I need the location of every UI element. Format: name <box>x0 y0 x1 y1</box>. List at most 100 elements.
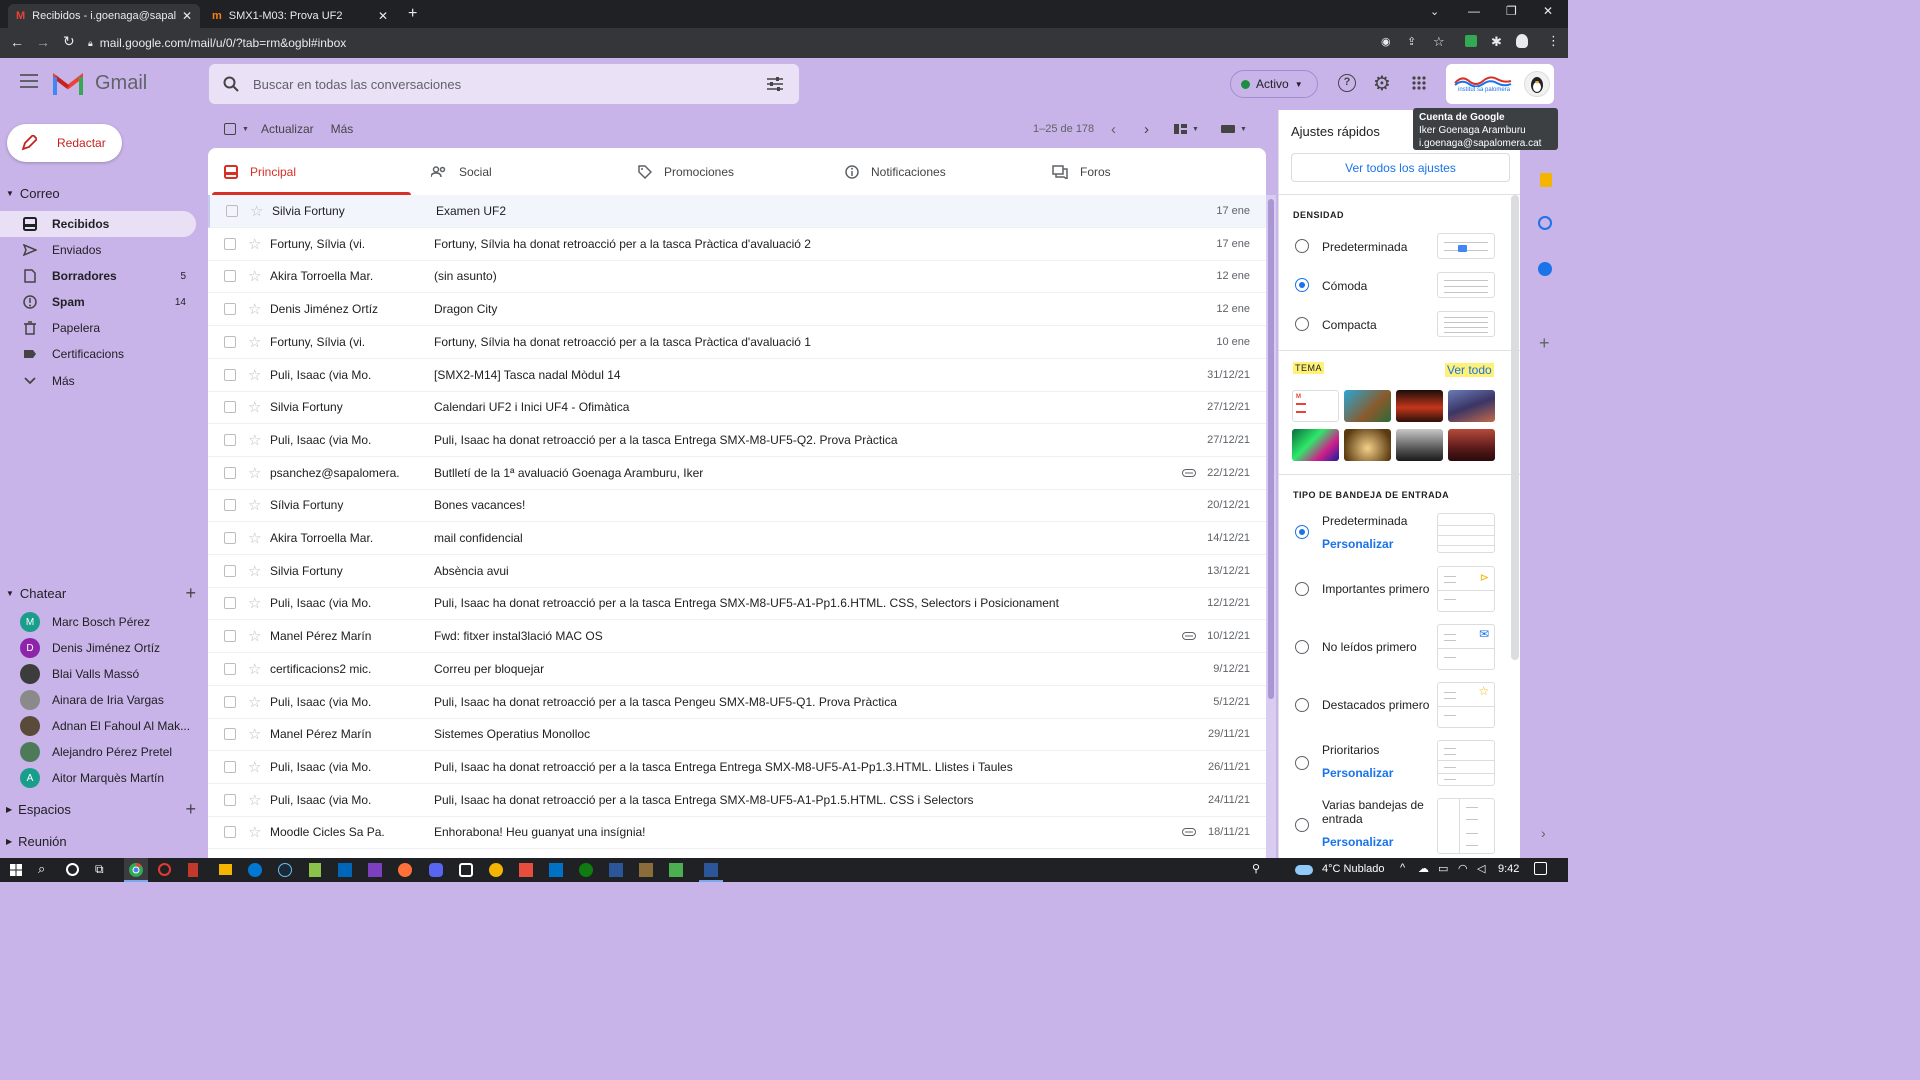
chat-contact[interactable]: D Denis Jiménez Ortíz <box>20 638 160 658</box>
star-icon[interactable]: ☆ <box>248 366 261 384</box>
chat-contact[interactable]: Alejandro Pérez Pretel <box>20 742 172 762</box>
star-icon[interactable]: ☆ <box>248 267 261 285</box>
star-icon[interactable]: ☆ <box>248 398 261 416</box>
edge-icon[interactable] <box>248 863 262 877</box>
notifications-icon[interactable] <box>1534 862 1547 875</box>
attachment-icon[interactable] <box>1182 468 1196 477</box>
sidebar-item-certificacions[interactable]: Certificacions <box>0 341 196 367</box>
clock-label[interactable]: 9:42 <box>1498 863 1519 875</box>
add-chat-icon[interactable]: + <box>185 583 196 604</box>
profile-icon[interactable] <box>1516 34 1528 48</box>
close-window-icon[interactable]: ✕ <box>1543 4 1553 18</box>
meeting-section-header[interactable]: ▶ Reunión <box>6 834 67 849</box>
table-row[interactable]: ☆ Manel Pérez Marín Fwd: fitxer instal3lac… <box>208 620 1266 654</box>
tab-social[interactable]: Social <box>415 148 622 195</box>
chrome-taskbar-icon[interactable] <box>124 858 148 882</box>
tab-search-icon[interactable]: ⌄ <box>1430 5 1439 18</box>
opera-icon[interactable] <box>158 863 171 876</box>
chat-contact[interactable]: A Aitor Marquès Martín <box>20 768 164 788</box>
url-field[interactable]: 🔒︎ mail.google.com/mail/u/0/?tab=rm&ogbl… <box>88 32 1468 54</box>
star-icon[interactable]: ☆ <box>248 235 261 253</box>
chat-contact[interactable]: M Marc Bosch Pérez <box>20 612 150 632</box>
theme-view-all-link[interactable]: Ver todo <box>1445 363 1494 377</box>
app-icon[interactable] <box>188 863 198 877</box>
table-row[interactable]: ☆ Akira Torroella Mar. (sin asunto) 12 ene <box>208 260 1266 294</box>
visual-studio-icon[interactable] <box>368 863 382 877</box>
chat-contact[interactable]: Blai Valls Massó <box>20 664 139 684</box>
onedrive-icon[interactable]: ☁ <box>1418 862 1429 875</box>
theme-thumbnail[interactable] <box>1396 390 1443 422</box>
task-view-icon[interactable]: ⧉ <box>95 862 104 877</box>
sidebar-item-inbox[interactable]: Recibidos <box>0 211 196 237</box>
vscode-icon[interactable] <box>338 863 352 877</box>
tab-inbox[interactable]: M Recibidos - i.goenaga@sapalomera.cat ✕ <box>8 4 200 28</box>
table-row[interactable]: ☆ Puli, Isaac (via Mo. Puli, Isaac ha dona… <box>208 784 1266 817</box>
add-addon-icon[interactable]: + <box>1539 333 1550 354</box>
theme-thumbnail[interactable] <box>1344 429 1391 461</box>
row-checkbox[interactable] <box>224 695 236 708</box>
row-checkbox[interactable] <box>224 826 236 839</box>
steam-icon[interactable] <box>278 863 292 877</box>
theme-default[interactable]: M <box>1292 390 1339 422</box>
theme-thumbnail[interactable] <box>1396 429 1443 461</box>
back-icon[interactable]: ← <box>10 34 24 50</box>
row-checkbox[interactable] <box>224 728 236 741</box>
table-row[interactable]: ☆ Puli, Isaac (via Mo. Puli, Isaac ha dona… <box>208 424 1266 457</box>
people-icon[interactable]: ⚲ <box>1252 862 1260 875</box>
outlook-icon[interactable] <box>549 863 563 877</box>
star-icon[interactable]: ☆ <box>248 725 261 743</box>
table-row[interactable]: ☆ Puli, Isaac (via Mo. [SMX2-M14] Tasca na… <box>208 359 1266 392</box>
customize-link[interactable]: Personalizar <box>1322 537 1393 551</box>
table-row[interactable]: ☆ Silvia Fortuny Calendari UF2 i Inici UF4… <box>208 391 1266 425</box>
star-icon[interactable]: ☆ <box>248 823 261 841</box>
row-checkbox[interactable] <box>224 466 236 479</box>
inbox-type-radio[interactable] <box>1295 640 1309 654</box>
tab-moodle[interactable]: m SMX1-M03: Prova UF2 ✕ <box>204 4 396 28</box>
star-icon[interactable]: ☆ <box>248 496 261 514</box>
sidebar-item-drafts[interactable]: Borradores 5 <box>0 263 196 289</box>
firefox-icon[interactable] <box>398 863 412 877</box>
all-settings-button[interactable]: Ver todos los ajustes <box>1291 153 1510 182</box>
mail-section-header[interactable]: ▼ Correo <box>6 186 60 201</box>
table-row[interactable]: ☆ Moodle Cicles Sa Pa. Enhorabona! Heu gua… <box>208 816 1266 850</box>
row-checkbox[interactable] <box>226 205 238 217</box>
chat-section-header[interactable]: ▼ Chatear + <box>6 583 196 604</box>
row-checkbox[interactable] <box>224 564 236 577</box>
select-all-checkbox[interactable] <box>224 123 236 135</box>
tab-promociones[interactable]: Promociones <box>622 148 829 195</box>
compose-button[interactable]: Redactar <box>7 124 122 162</box>
table-row[interactable]: ☆ certificacions2 mic. Correu per bloqueja… <box>208 653 1266 686</box>
new-tab-icon[interactable]: + <box>408 5 417 23</box>
tab-principal[interactable]: Principal <box>208 148 415 195</box>
customize-link[interactable]: Personalizar <box>1322 835 1393 849</box>
expand-panel-icon[interactable]: › <box>1541 825 1546 841</box>
attachment-icon[interactable] <box>1182 828 1196 837</box>
table-row[interactable]: ☆ Akira Torroella Mar. mail confidencial 14… <box>208 522 1266 555</box>
status-chip[interactable]: Activo ▼ <box>1230 70 1318 98</box>
app-icon[interactable] <box>639 863 653 877</box>
discord-icon[interactable] <box>429 863 443 877</box>
row-checkbox[interactable] <box>224 335 236 348</box>
search-icon[interactable] <box>223 76 239 92</box>
inbox-type-radio[interactable] <box>1295 698 1309 712</box>
table-row[interactable]: ☆ Manel Pérez Marín Sistemes Operatius Mon… <box>208 718 1266 752</box>
share-icon[interactable]: ⇪ <box>1407 35 1416 48</box>
keep-icon[interactable] <box>1540 173 1552 187</box>
sidebar-item-spam[interactable]: Spam 14 <box>0 289 196 315</box>
battery-icon[interactable]: ▭ <box>1438 862 1448 875</box>
reload-icon[interactable]: ↻ <box>63 33 75 50</box>
apps-grid-icon[interactable] <box>1412 76 1426 90</box>
sidebar-item-more[interactable]: Más <box>0 368 196 394</box>
theme-thumbnail[interactable] <box>1448 429 1495 461</box>
star-icon[interactable]: ☆ <box>248 464 261 482</box>
kebab-menu-icon[interactable]: ⋮ <box>1547 33 1560 49</box>
help-icon[interactable]: ? <box>1338 74 1356 92</box>
table-row[interactable]: ☆ Puli, Isaac (via Mo. Puli, Isaac ha dona… <box>208 587 1266 621</box>
main-menu-icon[interactable] <box>20 74 38 88</box>
search-bar[interactable]: Buscar en todas las conversaciones <box>209 64 799 104</box>
density-radio-compact[interactable] <box>1295 317 1309 331</box>
table-row[interactable]: ☆ Fortuny, Sílvia (vi. Fortuny, Sílvia ha … <box>208 228 1266 261</box>
split-pane-icon[interactable]: ▼ <box>1174 124 1199 134</box>
tab-notificaciones[interactable]: Notificaciones <box>829 148 1036 195</box>
row-checkbox[interactable] <box>224 662 236 675</box>
